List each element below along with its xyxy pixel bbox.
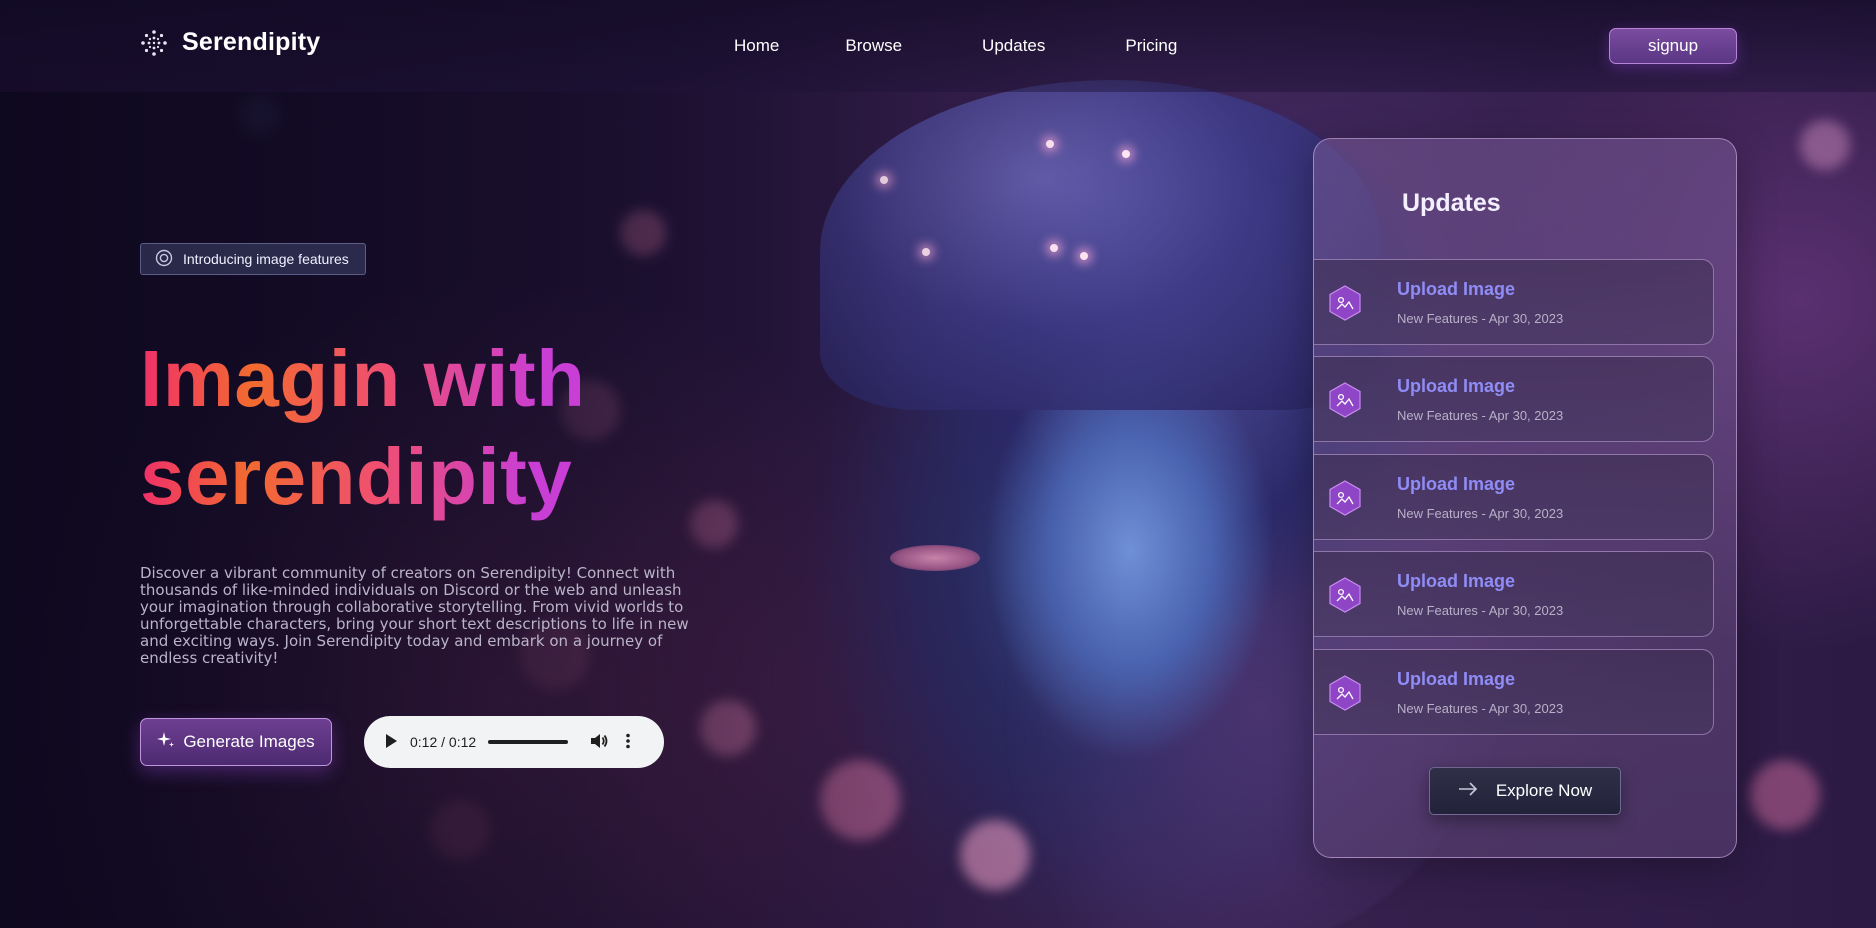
hexagon-image-icon (1326, 284, 1364, 322)
update-item[interactable]: Upload Image New Features - Apr 30, 2023 (1314, 356, 1714, 442)
update-item[interactable]: Upload Image New Features - Apr 30, 2023 (1314, 259, 1714, 345)
update-item-subtitle: New Features - Apr 30, 2023 (1397, 311, 1564, 326)
audio-seek-bar[interactable] (488, 740, 569, 744)
explore-now-button[interactable]: Explore Now (1429, 767, 1621, 815)
update-item-subtitle: New Features - Apr 30, 2023 (1397, 603, 1564, 618)
updates-card: Updates Upload Image New Features - Apr … (1313, 138, 1737, 858)
hero-title: Imagin with serendipity (140, 330, 840, 526)
update-item-subtitle: New Features - Apr 30, 2023 (1397, 701, 1564, 716)
hexagon-image-icon (1326, 576, 1364, 614)
update-item-title: Upload Image (1397, 571, 1516, 591)
hexagon-image-icon (1326, 479, 1364, 517)
hexagon-image-icon (1326, 381, 1364, 419)
signup-button[interactable]: signup (1609, 28, 1737, 64)
update-item[interactable]: Upload Image New Features - Apr 30, 2023 (1314, 454, 1714, 540)
brand-name: Serendipity (182, 28, 321, 56)
dots-grid-icon (140, 29, 168, 57)
audio-time: 0:12 / 0:12 (410, 734, 477, 750)
nav-pricing[interactable]: Pricing (1125, 36, 1177, 56)
volume-icon[interactable] (590, 733, 608, 752)
generate-images-label: Generate Images (183, 732, 315, 751)
main-nav: Home Browse Updates Pricing (734, 36, 1177, 56)
generate-images-button[interactable]: Generate Images (140, 718, 332, 766)
update-item-subtitle: New Features - Apr 30, 2023 (1397, 506, 1564, 521)
update-item[interactable]: Upload Image New Features - Apr 30, 2023 (1314, 649, 1714, 735)
update-item-title: Upload Image (1397, 474, 1516, 494)
explore-now-label: Explore Now (1495, 781, 1593, 800)
arrow-right-icon (1458, 781, 1478, 801)
update-item-title: Upload Image (1397, 669, 1516, 689)
updates-title: Updates (1402, 189, 1501, 217)
update-item-title: Upload Image (1397, 376, 1516, 396)
hero-title-line-1: Imagin with (140, 334, 586, 423)
play-icon[interactable] (384, 733, 398, 752)
audio-player: 0:12 / 0:12 (364, 716, 664, 768)
top-navbar: Serendipity Home Browse Updates Pricing … (0, 0, 1876, 92)
update-item-title: Upload Image (1397, 279, 1516, 299)
intro-badge-label: Introducing image features (183, 251, 349, 267)
hero-description: Discover a vibrant community of creators… (140, 564, 689, 667)
target-icon (155, 249, 173, 270)
nav-browse[interactable]: Browse (845, 36, 902, 56)
sparkle-icon (157, 731, 175, 754)
hexagon-image-icon (1326, 674, 1364, 712)
intro-badge[interactable]: Introducing image features (140, 243, 366, 275)
update-item-subtitle: New Features - Apr 30, 2023 (1397, 408, 1564, 423)
hero-title-line-2: serendipity (140, 432, 573, 521)
nav-home[interactable]: Home (734, 36, 779, 56)
more-options-icon[interactable] (626, 733, 630, 752)
update-item[interactable]: Upload Image New Features - Apr 30, 2023 (1314, 551, 1714, 637)
brand[interactable]: Serendipity (140, 28, 320, 57)
nav-updates[interactable]: Updates (982, 36, 1045, 56)
